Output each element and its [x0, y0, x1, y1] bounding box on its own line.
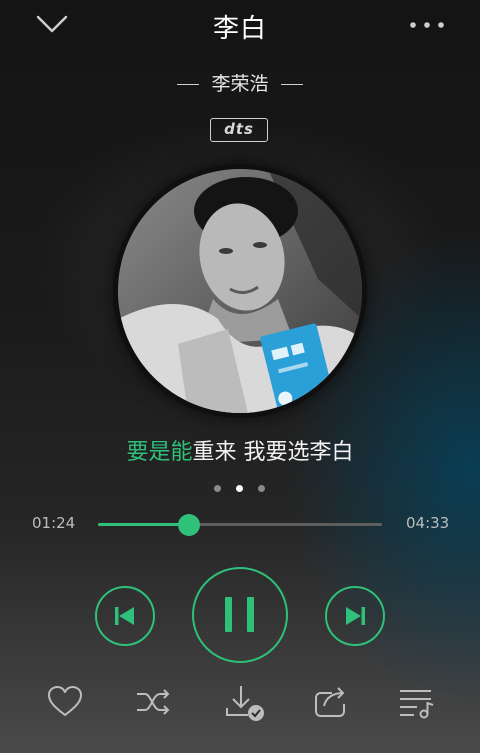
- page-dot-active[interactable]: [236, 485, 243, 492]
- album-cover: [118, 169, 362, 413]
- more-dots-icon: [410, 22, 444, 28]
- progress-bar[interactable]: [98, 523, 382, 526]
- progress-thumb[interactable]: [177, 514, 200, 536]
- lyric-sung: 要是能: [126, 440, 193, 465]
- pause-button[interactable]: [192, 567, 288, 663]
- more-button[interactable]: [404, 12, 450, 38]
- elapsed-time: 01:24: [32, 514, 76, 532]
- shuffle-icon: [137, 689, 170, 715]
- current-lyric: 要是能重来 我要选李白: [0, 434, 480, 466]
- total-time: 04:33: [406, 514, 450, 532]
- download-button[interactable]: [222, 682, 268, 726]
- artist-name: 李荣浩: [211, 73, 269, 95]
- favorite-button[interactable]: [45, 682, 85, 722]
- previous-button[interactable]: [95, 586, 155, 646]
- previous-icon: [115, 607, 134, 625]
- heart-icon: [48, 686, 82, 716]
- share-button[interactable]: [310, 682, 350, 722]
- artist-line[interactable]: 李荣浩: [0, 69, 480, 96]
- playlist-icon: [400, 690, 434, 719]
- download-icon: [226, 686, 264, 721]
- page-dot[interactable]: [258, 485, 265, 492]
- divider-right: [280, 83, 303, 86]
- progress-fill: [98, 523, 189, 526]
- shuffle-button[interactable]: [133, 682, 173, 722]
- artist-photo: [118, 169, 362, 413]
- next-icon: [346, 607, 365, 625]
- page-dot[interactable]: [214, 485, 221, 492]
- dts-badge[interactable]: dts: [210, 118, 268, 142]
- share-icon: [315, 687, 345, 717]
- playlist-button[interactable]: [397, 682, 437, 722]
- divider-left: [177, 83, 200, 86]
- next-button[interactable]: [325, 586, 385, 646]
- page-indicator: [212, 482, 268, 494]
- pause-icon: [225, 597, 254, 632]
- lyric-rest: 重来 我要选李白: [192, 440, 354, 465]
